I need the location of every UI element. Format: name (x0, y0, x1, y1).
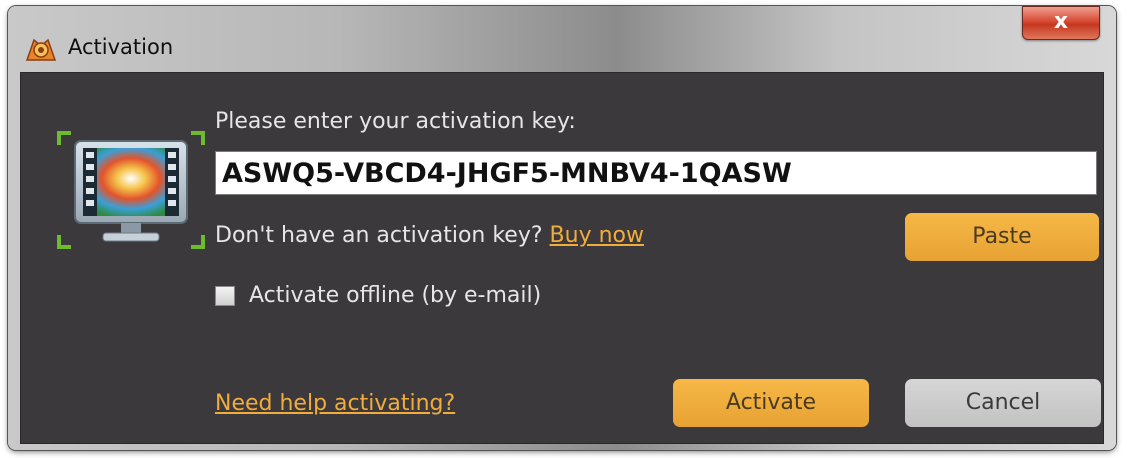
no-key-row: Don't have an activation key? Buy now (215, 219, 644, 253)
need-help-link[interactable]: Need help activating? (215, 387, 455, 421)
window-title: Activation (68, 35, 174, 59)
title-bar[interactable]: Activation x (8, 6, 1116, 70)
close-button[interactable]: x (1022, 6, 1100, 40)
monitor-video-icon (57, 131, 205, 249)
activate-button[interactable]: Activate (673, 379, 869, 427)
dialog-body: Please enter your activation key: Don't … (20, 72, 1104, 444)
cancel-button[interactable]: Cancel (905, 379, 1101, 427)
activate-offline-checkbox[interactable] (215, 286, 235, 306)
no-key-text: Don't have an activation key? (215, 223, 543, 248)
activation-key-input[interactable] (215, 151, 1097, 195)
paste-button[interactable]: Paste (905, 213, 1099, 261)
app-icon (25, 38, 57, 61)
buy-now-link[interactable]: Buy now (550, 223, 644, 248)
activate-offline-label[interactable]: Activate offline (by e-mail) (249, 279, 541, 313)
activation-window: Activation x Please enter your activatio… (8, 6, 1116, 450)
activation-key-label: Please enter your activation key: (215, 109, 576, 134)
